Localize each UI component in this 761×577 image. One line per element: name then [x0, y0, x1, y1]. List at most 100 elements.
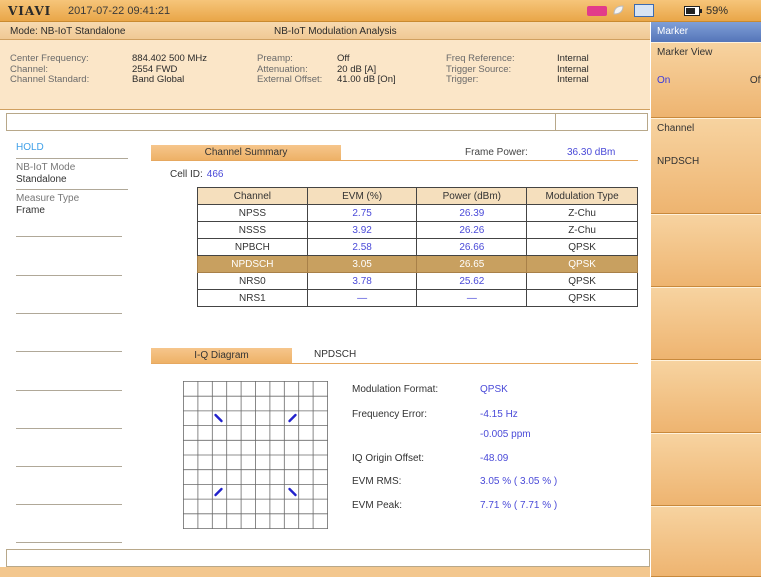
- table-cell: 26.39: [416, 204, 528, 222]
- status-bar: VIAVI 2017-07-22 09:41:21 59%: [0, 0, 761, 22]
- nbiot-mode-value: Standalone: [16, 174, 67, 185]
- channel-summary-table: Channel EVM (%) Power (dBm) Modulation T…: [197, 187, 638, 307]
- softkey-empty[interactable]: [651, 433, 761, 506]
- iq-info-value: 7.71 % ( 7.71 % ): [480, 500, 558, 511]
- brand-logo: VIAVI: [8, 4, 52, 18]
- measure-type-value: Frame: [16, 205, 45, 216]
- settings-col-2-values: Off 20 dB [A] 41.00 dB [On]: [337, 53, 396, 86]
- marker-view-button[interactable]: Marker View On Off: [651, 42, 761, 118]
- trigger-label: Trigger:: [446, 74, 479, 85]
- softkey-empty[interactable]: [651, 214, 761, 287]
- divider: [16, 466, 122, 467]
- iq-info-label: Frequency Error:: [352, 409, 428, 420]
- table-cell: NPDSCH: [197, 255, 308, 273]
- settings-col-2: Preamp: Attenuation: External Offset:: [257, 53, 323, 86]
- softkey-menu-title: Marker: [651, 22, 761, 42]
- column-header: Channel: [197, 187, 308, 205]
- attenuation-value: 20 dB [A]: [337, 63, 377, 75]
- iq-info-label: EVM RMS:: [352, 476, 402, 487]
- table-row[interactable]: NSSS 3.92 26.26 Z-Chu: [197, 221, 638, 239]
- iq-info-label: Modulation Format:: [352, 384, 439, 395]
- table-cell: 3.92: [306, 221, 418, 239]
- table-row[interactable]: NPBCH 2.58 26.66 QPSK: [197, 238, 638, 256]
- divider: [151, 363, 638, 364]
- softkey-empty[interactable]: [651, 506, 761, 577]
- table-cell: 3.78: [306, 272, 418, 290]
- table-cell: 2.58: [306, 238, 418, 256]
- table-cell: NSSS: [197, 221, 308, 239]
- iq-info-value: 3.05 % ( 3.05 % ): [480, 476, 558, 487]
- external-offset-label: External Offset:: [257, 74, 323, 85]
- settings-col-1: Center Frequency: Channel: Channel Stand…: [10, 53, 90, 86]
- table-row[interactable]: NRS1— — QPSK: [197, 289, 638, 307]
- datetime: 2017-07-22 09:41:21: [68, 5, 171, 17]
- table-cell: QPSK: [526, 255, 638, 273]
- divider: [16, 504, 122, 505]
- constellation-point: [288, 413, 297, 423]
- table-row[interactable]: NPDSCH 3.05 26.65 QPSK: [197, 255, 638, 273]
- frame-power-label: Frame Power:: [465, 147, 528, 158]
- tab-npdsch[interactable]: NPDSCH: [314, 349, 356, 360]
- table-cell: —: [416, 289, 528, 307]
- settings-col-1-values: 884.402 500 MHz 2554 FWD Band Global: [132, 53, 207, 86]
- divider: [16, 542, 122, 543]
- sd-card-icon: [587, 6, 607, 16]
- battery-icon: [684, 6, 702, 16]
- marker-view-toggle: On Off: [657, 75, 761, 86]
- table-cell: 3.05: [306, 255, 418, 273]
- softkey-empty[interactable]: [651, 360, 761, 433]
- trigger-value: Internal: [557, 74, 589, 85]
- center-frequency-value: 884.402 500 MHz: [132, 53, 207, 64]
- off-option: Off: [749, 75, 761, 86]
- freq-reference-label: Freq Reference:: [446, 53, 515, 64]
- settings-col-3-values: Internal Internal Internal: [557, 53, 589, 86]
- preamp-label: Preamp:: [257, 53, 293, 64]
- settings-panel: Center Frequency: Channel: Channel Stand…: [0, 40, 650, 110]
- constellation-point: [288, 487, 297, 497]
- attenuation-label: Attenuation:: [257, 63, 308, 75]
- table-row[interactable]: NPSS 2.75 26.39 Z-Chu: [197, 204, 638, 222]
- constellation-point: [214, 413, 223, 423]
- center-frequency-label: Center Frequency:: [10, 53, 89, 64]
- message-field[interactable]: [6, 113, 648, 131]
- table-cell: NRS0: [197, 272, 308, 290]
- table-cell: QPSK: [526, 289, 638, 307]
- table-cell: 26.65: [416, 255, 528, 273]
- iq-info-value: QPSK: [480, 384, 508, 395]
- cell-id-label: Cell ID:: [170, 169, 203, 180]
- nbiot-mode-item[interactable]: NB-IoT Mode Standalone: [16, 158, 128, 189]
- column-header: Power (dBm): [416, 187, 528, 205]
- table-cell: —: [306, 289, 418, 307]
- bottom-band: [0, 567, 650, 577]
- cell-id-value: 466: [206, 169, 224, 180]
- frame-power-value: 36.30 dBm: [567, 147, 616, 158]
- table-cell: Z-Chu: [526, 221, 638, 239]
- channel-standard-label: Channel Standard:: [10, 74, 90, 85]
- hold-status: HOLD: [16, 142, 44, 153]
- table-cell: Z-Chu: [526, 204, 638, 222]
- channel-button[interactable]: Channel NPDSCH: [651, 118, 761, 214]
- divider: [151, 160, 638, 161]
- table-cell: 25.62: [416, 272, 528, 290]
- divider: [16, 428, 122, 429]
- iq-constellation-plot: [183, 381, 328, 529]
- iq-info-label: IQ Origin Offset:: [352, 453, 425, 464]
- table-row[interactable]: NRS0 3.78 25.62 QPSK: [197, 272, 638, 290]
- tab-channel-summary[interactable]: Channel Summary: [151, 145, 341, 161]
- divider: [16, 351, 122, 352]
- trigger-source-label: Trigger Source:: [446, 63, 512, 75]
- mode-bar: Mode: NB-IoT Standalone NB-IoT Modulatio…: [0, 22, 650, 40]
- trigger-source-value: Internal: [557, 63, 589, 75]
- marker-view-label: Marker View: [657, 47, 713, 58]
- tab-iq-diagram[interactable]: I-Q Diagram: [151, 348, 292, 364]
- channel-button-label: Channel: [657, 123, 695, 134]
- channel-standard-value: Band Global: [132, 74, 185, 85]
- mode-label: Mode: NB-IoT Standalone: [10, 26, 126, 37]
- table-cell: NRS1: [197, 289, 308, 307]
- softkey-empty[interactable]: [651, 287, 761, 360]
- measurement-title: NB-IoT Modulation Analysis: [274, 26, 397, 37]
- table-header-row: Channel EVM (%) Power (dBm) Modulation T…: [197, 187, 638, 205]
- measure-type-item[interactable]: Measure Type Frame: [16, 189, 128, 220]
- table-cell: 26.26: [416, 221, 528, 239]
- iq-info-label: EVM Peak:: [352, 500, 403, 511]
